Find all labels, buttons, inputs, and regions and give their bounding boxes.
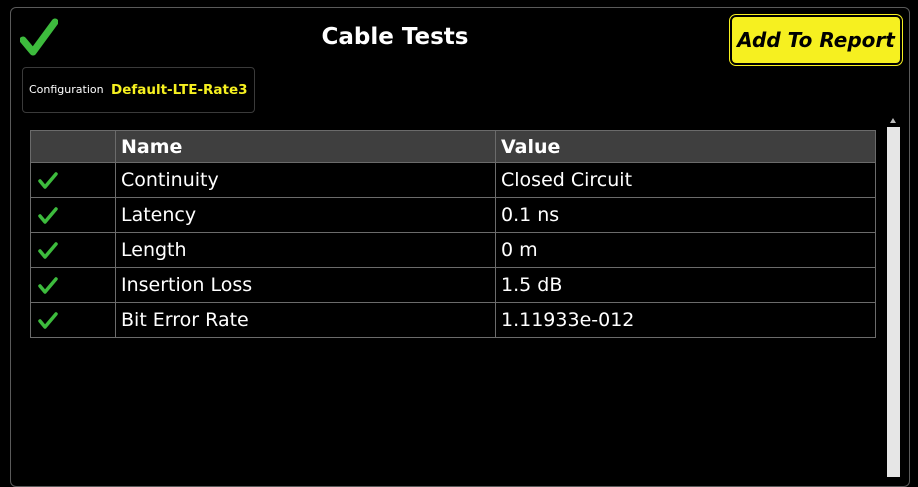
name-cell: Continuity [115,162,496,198]
status-cell [30,232,116,268]
results-table: Name Value Continuity Closed Circuit Lat… [30,130,876,338]
status-cell [30,267,116,303]
configuration-label: Configuration [29,83,104,96]
status-cell [30,162,116,198]
column-header-status [30,130,116,163]
add-to-report-button[interactable]: Add To Report [729,14,903,66]
table-header-row: Name Value [30,130,876,163]
table-row[interactable]: Insertion Loss 1.5 dB [30,267,876,303]
name-cell: Length [115,232,496,268]
name-cell: Insertion Loss [115,267,496,303]
value-cell: 0.1 ns [495,197,876,233]
table-row[interactable]: Latency 0.1 ns [30,197,876,233]
value-cell: Closed Circuit [495,162,876,198]
column-header-name: Name [115,130,496,163]
page-title: Cable Tests [321,24,469,50]
check-icon [38,207,58,224]
scroll-up-arrow-icon[interactable] [890,118,896,123]
check-icon [38,277,58,294]
status-cell [30,302,116,338]
value-cell: 1.11933e-012 [495,302,876,338]
value-cell: 1.5 dB [495,267,876,303]
name-cell: Latency [115,197,496,233]
scrollbar-thumb[interactable] [887,127,900,477]
table-row[interactable]: Length 0 m [30,232,876,268]
table-row[interactable]: Continuity Closed Circuit [30,162,876,198]
name-cell: Bit Error Rate [115,302,496,338]
check-icon [38,172,58,189]
column-header-value: Value [495,130,876,163]
check-icon [38,242,58,259]
configuration-value: Default-LTE-Rate3 [111,82,248,98]
value-cell: 0 m [495,232,876,268]
configuration-box: Configuration Default-LTE-Rate3 [22,67,255,113]
table-row[interactable]: Bit Error Rate 1.11933e-012 [30,302,876,338]
status-cell [30,197,116,233]
check-icon [38,312,58,329]
